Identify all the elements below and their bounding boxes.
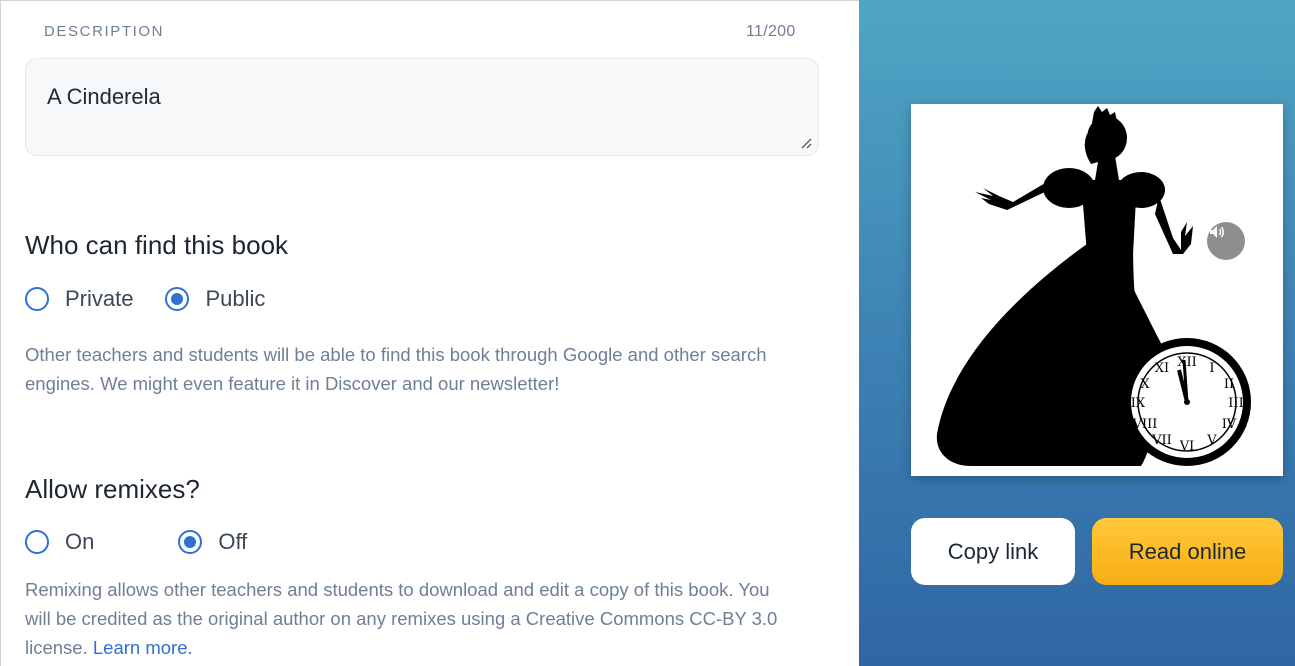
visibility-heading: Who can find this book: [25, 230, 289, 260]
remixes-help-text: Remixing allows other teachers and stude…: [25, 575, 785, 662]
svg-text:VI: VI: [1179, 439, 1195, 454]
book-settings-panel: DESCRIPTION 11/200 A Cinderela Who can f…: [1, 1, 859, 666]
svg-text:X: X: [1140, 377, 1150, 392]
book-cover[interactable]: XII I II III IV V VI VII VIII IX X XI: [911, 104, 1283, 476]
svg-text:V: V: [1206, 433, 1217, 448]
visibility-radio-group: Private Public: [25, 286, 265, 312]
description-textarea[interactable]: A Cinderela: [25, 58, 819, 156]
svg-text:XII: XII: [1177, 355, 1197, 370]
radio-public[interactable]: Public: [165, 286, 265, 312]
radio-public-label: Public: [205, 286, 266, 311]
learn-more-link[interactable]: Learn more.: [93, 637, 193, 658]
svg-text:IV: IV: [1222, 417, 1237, 432]
resize-grip-icon[interactable]: [800, 137, 812, 149]
cinderella-silhouette-image: XII I II III IV V VI VII VIII IX X XI: [936, 106, 1251, 466]
svg-text:VII: VII: [1151, 433, 1172, 448]
radio-selected-icon: [165, 287, 190, 311]
svg-text:VIII: VIII: [1132, 417, 1158, 432]
audio-play-button[interactable]: [1207, 222, 1245, 260]
radio-on-label: On: [65, 529, 95, 554]
svg-text:IX: IX: [1131, 396, 1146, 411]
radio-private[interactable]: Private: [25, 286, 133, 312]
description-counter: 11/200: [746, 23, 796, 40]
svg-text:I: I: [1209, 361, 1214, 376]
remixes-radio-group: On Off: [25, 529, 247, 555]
svg-text:XI: XI: [1155, 361, 1169, 376]
visibility-help-text: Other teachers and students will be able…: [25, 344, 767, 394]
radio-private-label: Private: [65, 286, 134, 311]
svg-text:II: II: [1224, 377, 1234, 392]
radio-on[interactable]: On: [25, 529, 94, 555]
copy-link-button[interactable]: Copy link: [911, 518, 1075, 585]
radio-selected-icon: [178, 530, 203, 554]
read-online-button[interactable]: Read online: [1092, 518, 1283, 585]
speaker-icon: [1210, 226, 1224, 238]
radio-circle-icon: [25, 287, 49, 311]
radio-off-label: Off: [218, 529, 248, 554]
book-preview-panel: XII I II III IV V VI VII VIII IX X XI Co…: [859, 0, 1295, 666]
radio-off[interactable]: Off: [178, 529, 247, 555]
svg-text:III: III: [1228, 396, 1243, 411]
radio-circle-icon: [25, 530, 49, 554]
description-value: A Cinderela: [47, 84, 161, 109]
description-label: DESCRIPTION: [44, 23, 165, 40]
remixes-heading: Allow remixes?: [25, 474, 200, 504]
